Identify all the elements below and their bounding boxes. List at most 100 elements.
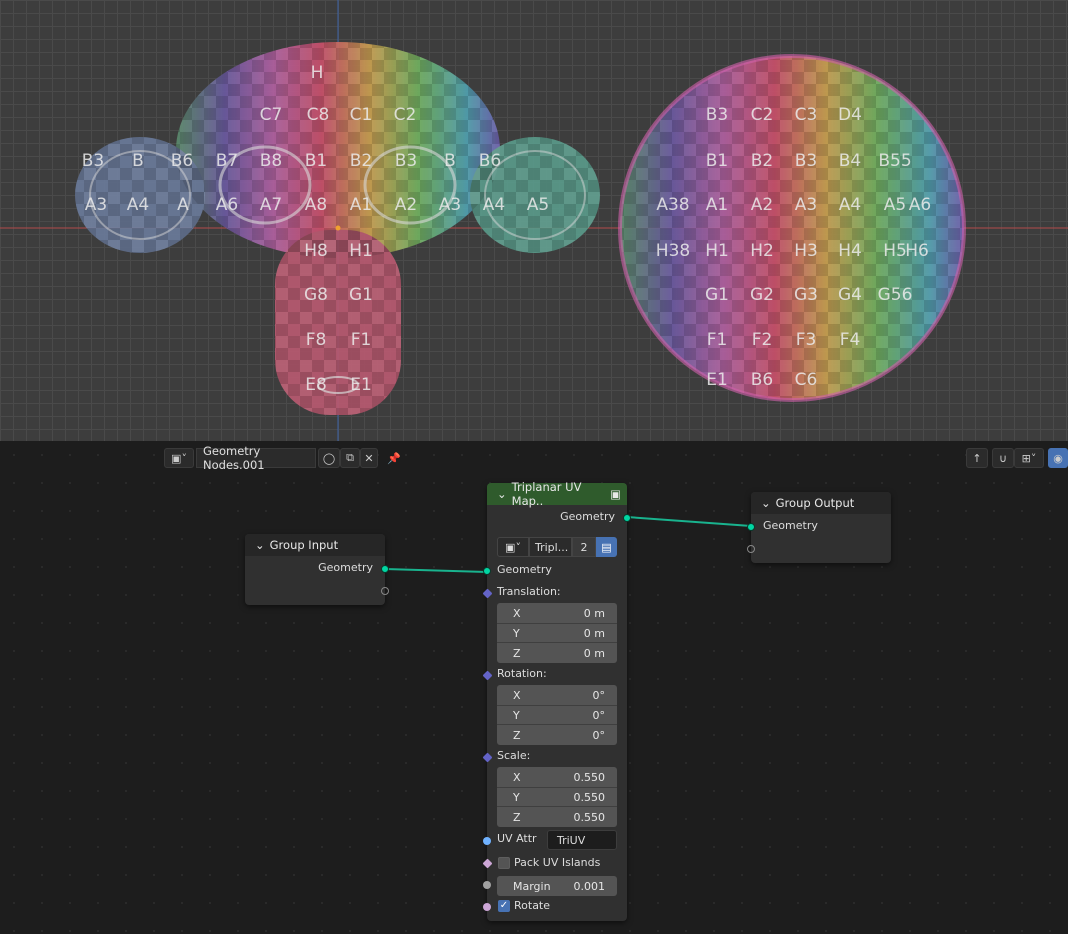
monkey-texture-label: E8 (305, 375, 327, 395)
translation-y-field[interactable]: Y0 m (497, 623, 617, 643)
group-output-node[interactable]: ⌄ Group Output Geometry (747, 492, 891, 563)
snap-button[interactable]: ∪ (992, 448, 1014, 468)
magnet-icon: ∪ (998, 451, 1008, 465)
group-input-node[interactable]: ⌄ Group Input Geometry (245, 534, 389, 605)
node-editor[interactable]: ▣˅ Geometry Nodes.001 ◯ ⧉ ✕ 📌 ↑ ∪ ⊞˅ ◉ ⌄… (0, 441, 1068, 934)
sphere-texture-label: G4 (838, 285, 862, 305)
group-name-field[interactable]: Tripl... (529, 537, 572, 557)
sphere-texture-label: H5 (883, 241, 907, 261)
monkey-texture-label: B1 (305, 151, 327, 171)
monkey-texture-label: A4 (483, 195, 505, 215)
overlay-icon: ◉ (1053, 451, 1063, 465)
sphere-texture-label: F3 (796, 330, 817, 350)
triplanar-header[interactable]: ⌄ Triplanar UV Map.. ▣ (487, 480, 627, 508)
sphere-texture-label: C3 (795, 105, 818, 125)
link-input-to-triplanar (384, 568, 488, 573)
group-input-header[interactable]: ⌄ Group Input (245, 534, 385, 556)
scale-z-field[interactable]: Z 0.550 (497, 807, 617, 827)
fake-user-icon[interactable]: ▤ (596, 537, 617, 557)
monkey-texture-label: B7 (216, 151, 238, 171)
socket-label: Geometry (497, 563, 552, 576)
monkey-texture-label: B (444, 151, 456, 171)
uv-attr-socket[interactable] (483, 837, 491, 845)
pack-uv-socket[interactable] (482, 858, 493, 869)
snap-options-button[interactable]: ⊞˅ (1014, 448, 1044, 468)
monkey-texture-label: A3 (439, 195, 461, 215)
sphere-texture-label: B2 (751, 151, 773, 171)
translation-x-field[interactable]: X0 m (497, 603, 617, 623)
translation-z-field[interactable]: Z0 m (497, 643, 617, 663)
chevron-down-icon[interactable]: ⌄ (761, 496, 771, 510)
monkey-texture-label: B6 (479, 151, 501, 171)
monkey-texture-label: B (132, 151, 144, 171)
geometry-input-socket[interactable] (747, 523, 755, 531)
monkey-texture-label: A1 (350, 195, 372, 215)
node-editor-icon: ▣˅ (171, 451, 187, 465)
margin-field[interactable]: Margin 0.001 (497, 876, 617, 896)
rotation-socket[interactable] (482, 670, 493, 681)
rotation-x-field[interactable]: X 0° (497, 685, 617, 705)
triplanar-uv-node[interactable]: ⌄ Triplanar UV Map.. ▣ Geometry ▣˅ Tripl… (482, 480, 631, 921)
object-origin (335, 225, 341, 231)
empty-input-socket[interactable] (747, 545, 755, 553)
pin-button[interactable]: 📌 (384, 448, 404, 468)
node-title: Group Output (775, 496, 855, 510)
monkey-texture-label: F1 (351, 330, 372, 350)
group-output-header[interactable]: ⌄ Group Output (751, 492, 891, 514)
scale-y-field[interactable]: Y 0.550 (497, 787, 617, 807)
geometry-output-socket[interactable] (381, 565, 389, 573)
monkey-texture-label: A7 (260, 195, 282, 215)
scale-label: Scale: (497, 749, 531, 762)
monkey-texture-label: B2 (350, 151, 372, 171)
sphere-texture-label: C6 (795, 370, 818, 390)
user-count[interactable]: 2 (572, 537, 596, 557)
monkey-texture-label: C7 (260, 105, 283, 125)
scale-x-field[interactable]: X 0.550 (497, 767, 617, 787)
node-group-icon: ▣ (610, 487, 621, 501)
rotate-socket[interactable] (483, 903, 491, 911)
sphere-mesh (618, 54, 966, 402)
geometry-input-socket[interactable] (483, 567, 491, 575)
monkey-texture-label: A3 (85, 195, 107, 215)
chevron-down-icon[interactable]: ⌄ (255, 538, 265, 552)
monkey-texture-label: B8 (260, 151, 282, 171)
sphere-texture-label: A6 (909, 195, 931, 215)
duplicate-button[interactable]: ⧉ (340, 448, 360, 468)
monkey-texture-label: B3 (395, 151, 417, 171)
scale-socket[interactable] (482, 752, 493, 763)
node-tree-icon: ▣˅ (505, 540, 521, 554)
geometry-output-socket[interactable] (623, 514, 631, 522)
pack-uv-checkbox[interactable] (498, 857, 510, 869)
pack-uv-label: Pack UV Islands (514, 856, 601, 869)
sphere-texture-label: G2 (750, 285, 774, 305)
arrow-up-icon: ↑ (972, 451, 982, 465)
margin-socket[interactable] (483, 881, 491, 889)
uv-attr-field[interactable]: TriUV (547, 830, 617, 850)
3d-viewport[interactable]: H C7 C8 C1 C2 B3 B B6 B7 B8 B1 B2 B3 B B6 A3 A4 A A6 A7 A8 A1… (0, 0, 1068, 441)
socket-label: Geometry (763, 519, 818, 532)
translation-socket[interactable] (482, 588, 493, 599)
sphere-texture-label: H6 (905, 241, 929, 261)
sphere-texture-label: B55 (878, 151, 911, 171)
empty-output-socket[interactable] (381, 587, 389, 595)
chevron-down-icon[interactable]: ⌄ (497, 487, 507, 501)
node-tree-name-field[interactable]: Geometry Nodes.001 (196, 444, 316, 472)
parent-tree-button[interactable]: ↑ (966, 448, 988, 468)
unlink-button[interactable]: ✕ (360, 448, 378, 468)
browse-node-tree-button[interactable]: ▣˅ (164, 448, 194, 468)
socket-label: Geometry (560, 510, 615, 523)
socket-label: Geometry (318, 561, 373, 574)
fake-user-button[interactable]: ◯ (318, 448, 340, 468)
sphere-texture-label: A1 (706, 195, 728, 215)
monkey-texture-label: G8 (304, 285, 328, 305)
sphere-texture-label: F4 (840, 330, 861, 350)
rotate-checkbox[interactable]: ✓ (498, 900, 510, 912)
monkey-texture-label: A8 (305, 195, 327, 215)
viewport-canvas: H C7 C8 C1 C2 B3 B B6 B7 B8 B1 B2 B3 B B6 A3 A4 A A6 A7 A8 A1… (0, 0, 1068, 441)
rotation-y-field[interactable]: Y 0° (497, 705, 617, 725)
rotation-z-field[interactable]: Z 0° (497, 725, 617, 745)
browse-group-button[interactable]: ▣˅ (497, 537, 529, 557)
rotation-label: Rotation: (497, 667, 547, 680)
monkey-texture-label: B3 (82, 151, 104, 171)
overlay-button[interactable]: ◉ (1048, 448, 1068, 468)
